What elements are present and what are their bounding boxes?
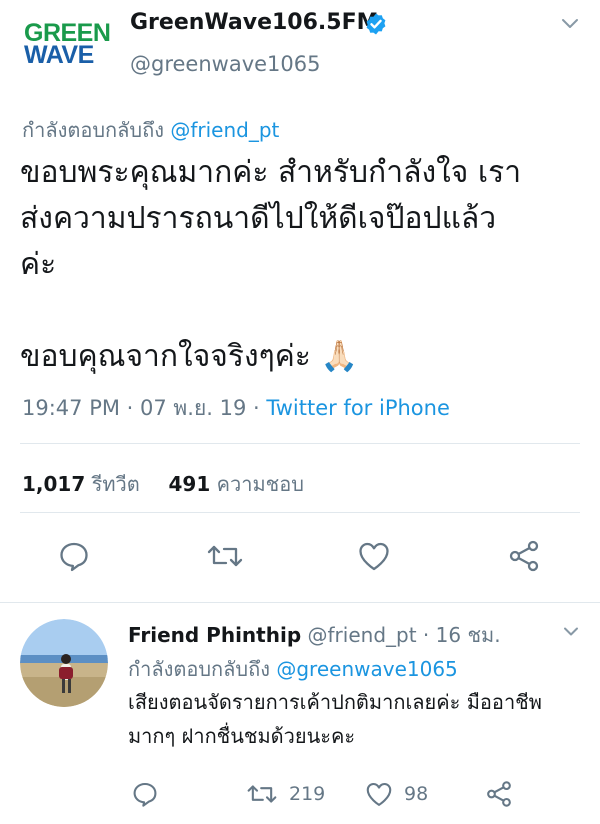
separator: · (253, 396, 267, 420)
replying-to-label: กำลังตอบกลับถึง (22, 118, 164, 142)
retweet-icon (247, 785, 277, 803)
replying-to: กำลังตอบกลับถึง @friend_pt (22, 114, 279, 146)
chevron-down-icon[interactable] (562, 625, 580, 639)
avatar[interactable] (20, 619, 108, 707)
share-button[interactable] (484, 779, 514, 809)
handle[interactable]: @greenwave1065 (130, 52, 321, 76)
main-tweet: GREEN WAVE GreenWave106.5FM @greenwave10… (0, 0, 600, 602)
tweet-text: ขอบพระคุณมากค่ะ สำหรับกำลังใจ เรา ส่งควา… (20, 150, 586, 380)
heart-icon (366, 782, 392, 806)
like-count: 98 (404, 783, 429, 805)
heart-icon[interactable] (356, 538, 392, 574)
separator: · (126, 396, 141, 420)
mention-link[interactable]: @greenwave1065 (276, 657, 457, 681)
reply-time[interactable]: 16 ชม. (436, 623, 501, 647)
source-link[interactable]: Twitter for iPhone (266, 396, 450, 420)
retweet-count: 1,017 (22, 472, 86, 496)
retweet-button[interactable]: 219 (245, 779, 325, 809)
reply-header: Friend Phinthip @friend_pt · 16 ชม. (128, 619, 501, 651)
tweet-actions (0, 538, 600, 578)
replying-to: กำลังตอบกลับถึง @greenwave1065 (128, 653, 458, 685)
mention-link[interactable]: @friend_pt (170, 118, 279, 142)
tweet-text-line: ส่งความปรารถนาดีไปให้ดีเจป๊อปแล้ว (20, 201, 497, 236)
retweet-icon[interactable] (205, 538, 245, 574)
display-name[interactable]: GreenWave106.5FM (130, 10, 379, 35)
like-button[interactable]: 98 (364, 779, 428, 809)
separator: · (422, 623, 436, 647)
reply-icon[interactable] (56, 538, 92, 574)
pray-emoji: 🙏🏻 (320, 339, 358, 374)
retweet-stat[interactable]: 1,017 รีทวีต (22, 472, 140, 496)
retweet-count: 219 (289, 783, 326, 805)
like-count: 491 (168, 472, 211, 496)
reply-button[interactable] (130, 779, 160, 809)
verified-badge-icon (366, 13, 386, 35)
date[interactable]: 07 พ.ย. 19 (140, 396, 246, 420)
tweet-stats: 1,017 รีทวีต 491 ความชอบ (22, 468, 304, 500)
divider (20, 512, 580, 513)
timestamp[interactable]: 19:47 PM (22, 396, 120, 420)
tweet-text-line: ขอบพระคุณมากค่ะ สำหรับกำลังใจ เรา (20, 155, 522, 190)
reply-handle[interactable]: @friend_pt (308, 623, 417, 647)
reply-display-name[interactable]: Friend Phinthip (128, 623, 301, 647)
like-label: ความชอบ (216, 472, 304, 496)
divider (20, 443, 580, 444)
like-stat[interactable]: 491 ความชอบ (169, 472, 304, 496)
reply-tweet[interactable]: Friend Phinthip @friend_pt · 16 ชม. กำลั… (0, 603, 600, 824)
tweet-meta: 19:47 PM · 07 พ.ย. 19 · Twitter for iPho… (22, 392, 450, 425)
chevron-down-icon[interactable] (560, 16, 580, 32)
reply-actions: 219 98 (0, 779, 600, 813)
reply-text: เสียงตอนจัดรายการเค้าปกติมากเลยค่ะ มืออา… (128, 690, 542, 748)
tweet-text-line: ค่ะ (20, 247, 57, 282)
avatar[interactable]: GREEN WAVE (24, 21, 111, 70)
share-icon (487, 781, 511, 807)
share-icon[interactable] (506, 538, 542, 574)
reply-icon (133, 782, 157, 807)
tweet-text-thanks: ขอบคุณจากใจจริงๆค่ะ (20, 339, 311, 374)
logo-line-2: WAVE (24, 41, 94, 69)
tweet-text-line: ขอบคุณจากใจจริงๆค่ะ 🙏🏻 (20, 334, 586, 380)
retweet-label: รีทวีต (91, 472, 140, 496)
replying-to-label: กำลังตอบกลับถึง (128, 657, 270, 681)
